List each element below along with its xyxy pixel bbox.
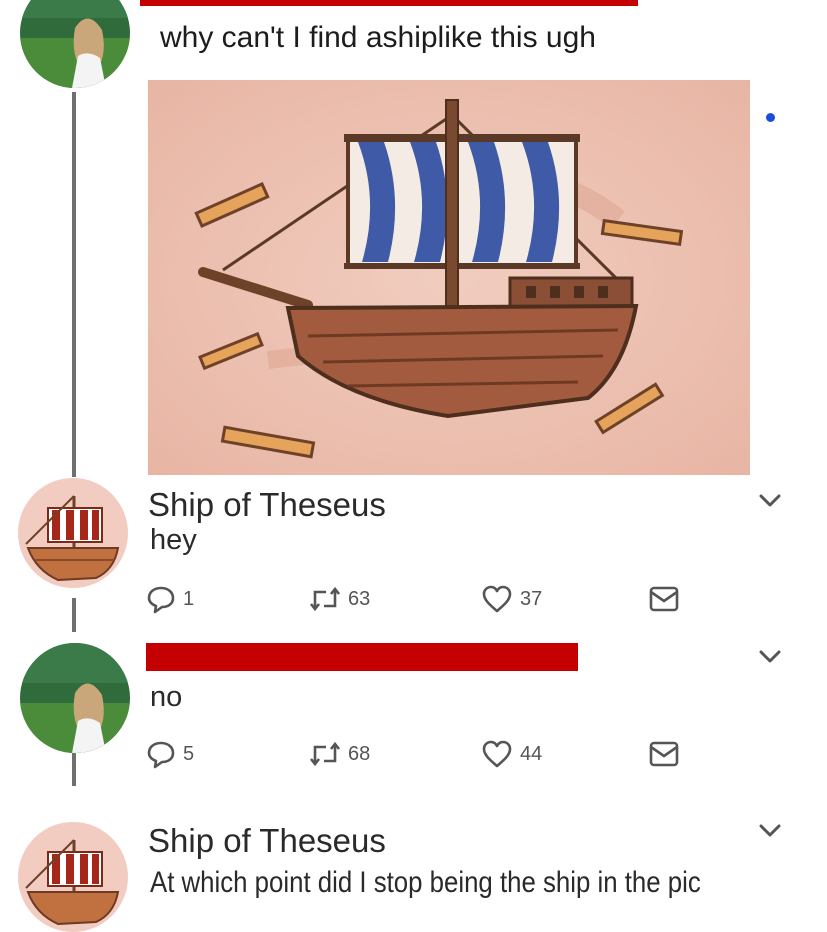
dm-icon	[649, 586, 679, 612]
like-button[interactable]: 44	[480, 737, 542, 771]
retweet-icon	[309, 586, 341, 612]
like-count: 44	[520, 742, 543, 765]
like-icon	[482, 585, 512, 613]
retweet-button[interactable]: 68	[308, 737, 370, 771]
dm-button[interactable]	[648, 737, 680, 771]
thread-line	[72, 92, 76, 477]
retweet-count: 63	[348, 587, 371, 610]
tweet-media-image[interactable]	[148, 80, 750, 475]
tweet-text: At which point did I stop being the ship…	[150, 866, 701, 899]
avatar[interactable]	[18, 478, 128, 588]
like-button[interactable]: 37	[480, 582, 542, 616]
like-icon	[482, 740, 512, 768]
dm-icon	[649, 741, 679, 767]
avatar[interactable]	[18, 822, 128, 932]
author-name[interactable]: Ship of Theseus	[148, 822, 386, 860]
retweet-icon	[309, 741, 341, 767]
like-count: 37	[520, 587, 543, 610]
reply-count: 5	[183, 742, 195, 765]
redacted-username	[146, 643, 578, 671]
tweet-text: no	[150, 681, 183, 713]
thread-line	[72, 752, 76, 786]
retweet-button[interactable]: 63	[308, 582, 370, 616]
action-bar: 5 68 44	[145, 737, 705, 771]
reply-count: 1	[183, 587, 195, 610]
chevron-down-icon[interactable]	[755, 646, 785, 668]
reply-icon	[147, 586, 175, 614]
reply-button[interactable]: 5	[145, 737, 194, 771]
author-name[interactable]: Ship of Theseus	[148, 486, 386, 524]
chevron-down-icon[interactable]	[755, 490, 785, 512]
thread-line	[72, 598, 76, 632]
avatar[interactable]	[20, 0, 130, 88]
tweet-text: hey	[150, 524, 197, 556]
redacted-username	[140, 0, 638, 6]
tweet-text: why can't I find ashiplike this ugh	[160, 21, 596, 54]
dm-button[interactable]	[648, 582, 680, 616]
chevron-down-icon[interactable]	[755, 820, 785, 842]
unread-dot-icon	[766, 113, 775, 122]
reply-button[interactable]: 1	[145, 582, 194, 616]
reply-icon	[147, 741, 175, 769]
avatar[interactable]	[20, 643, 130, 753]
retweet-count: 68	[348, 742, 371, 765]
action-bar: 1 63 37	[145, 582, 705, 616]
